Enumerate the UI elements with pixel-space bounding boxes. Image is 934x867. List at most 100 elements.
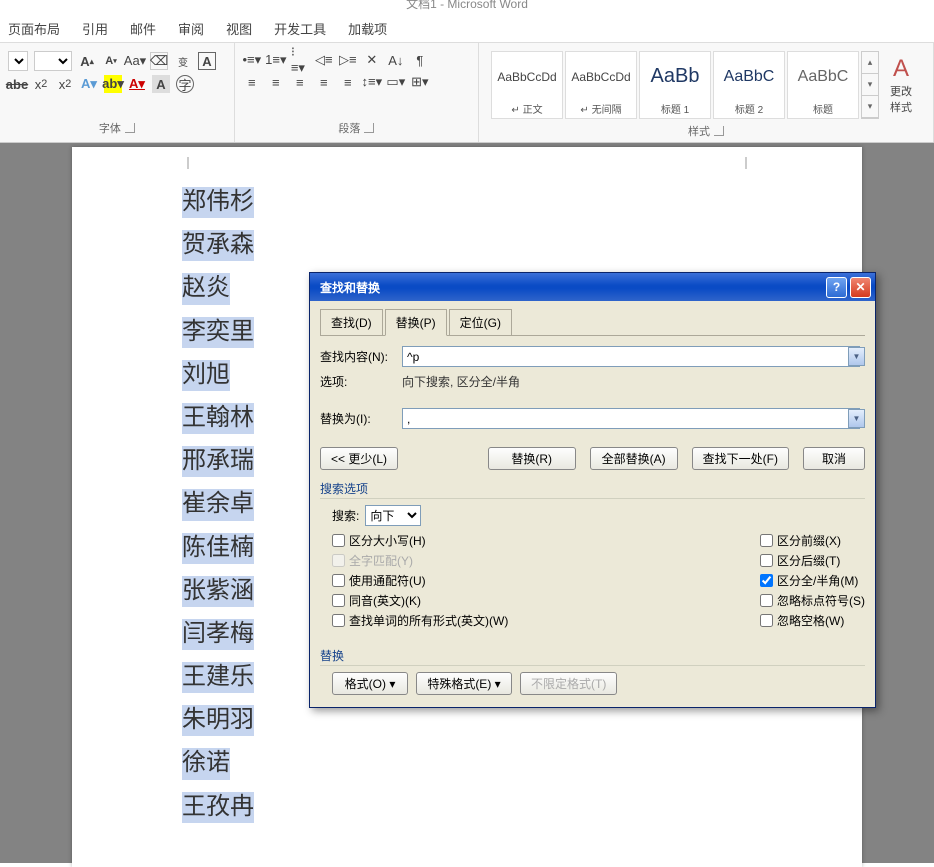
list-item[interactable]: 刘旭 xyxy=(182,360,230,391)
list-item[interactable]: 徐诺 xyxy=(182,748,230,779)
no-format-button[interactable]: 不限定格式(T) xyxy=(520,672,617,695)
menu-dev[interactable]: 开发工具 xyxy=(274,19,326,38)
menu-review[interactable]: 审阅 xyxy=(178,19,204,38)
styles-scroller[interactable]: ▴▾▾ xyxy=(861,51,879,119)
grow-font-icon[interactable]: A▴ xyxy=(78,52,96,70)
align-right-icon[interactable]: ≡ xyxy=(291,73,309,91)
styles-dialog-launcher[interactable] xyxy=(714,126,724,136)
clear-format-icon[interactable]: ⌫ xyxy=(150,52,168,70)
special-format-button[interactable]: 特殊格式(E) ▾ xyxy=(416,672,512,695)
style-nospacing[interactable]: AaBbCcDd↵ 无间隔 xyxy=(565,51,637,119)
tab-goto[interactable]: 定位(G) xyxy=(449,309,512,335)
change-case-icon[interactable]: Aa▾ xyxy=(126,52,144,70)
format-button[interactable]: 格式(O) ▾ xyxy=(332,672,408,695)
menu-layout[interactable]: 页面布局 xyxy=(8,19,60,38)
decrease-indent-icon[interactable]: ◁≡ xyxy=(315,51,333,69)
highlight-icon[interactable]: ab▾ xyxy=(104,75,122,93)
list-item[interactable]: 王建乐 xyxy=(182,662,254,693)
shrink-font-icon[interactable]: A▾ xyxy=(102,52,120,70)
increase-indent-icon[interactable]: ▷≡ xyxy=(339,51,357,69)
list-item[interactable]: 贺承森 xyxy=(182,230,254,261)
list-item[interactable]: 郑伟杉 xyxy=(182,187,254,218)
text-effects-icon[interactable]: A▾ xyxy=(80,75,98,93)
replace-all-button[interactable]: 全部替换(A) xyxy=(590,447,678,470)
font-size-select[interactable] xyxy=(34,51,72,71)
help-button[interactable]: ? xyxy=(826,277,847,298)
tab-find[interactable]: 查找(D) xyxy=(320,309,383,335)
replace-input[interactable] xyxy=(402,408,860,429)
change-styles-button[interactable]: A 更改样式 xyxy=(881,51,921,119)
enclose-char-icon[interactable]: 字 xyxy=(176,75,194,93)
check-wildcard[interactable]: 使用通配符(U) xyxy=(332,572,508,589)
tab-replace[interactable]: 替换(P) xyxy=(385,309,447,336)
style-heading1[interactable]: AaBb标题 1 xyxy=(639,51,711,119)
font-dialog-launcher[interactable] xyxy=(125,123,135,133)
menu-addin[interactable]: 加载项 xyxy=(348,19,387,38)
check-case[interactable]: 区分大小写(H) xyxy=(332,532,508,549)
borders-icon[interactable]: ⊞▾ xyxy=(411,73,429,91)
phonetic-icon[interactable]: 变 xyxy=(174,52,192,70)
char-border-icon[interactable]: A xyxy=(198,52,216,70)
para-group-label: 段落 xyxy=(243,120,470,138)
bullets-icon[interactable]: •≡▾ xyxy=(243,51,261,69)
check-space[interactable]: 忽略空格(W) xyxy=(760,612,865,629)
less-button[interactable]: << 更少(L) xyxy=(320,447,398,470)
para-dialog-launcher[interactable] xyxy=(364,123,374,133)
check-whole: 全字匹配(Y) xyxy=(332,552,508,569)
justify-icon[interactable]: ≡ xyxy=(315,73,333,91)
replace-button[interactable]: 替换(R) xyxy=(488,447,576,470)
style-heading2[interactable]: AaBbC标题 2 xyxy=(713,51,785,119)
font-family-select[interactable] xyxy=(8,51,28,71)
list-item[interactable]: 王孜冉 xyxy=(182,792,254,823)
distributed-icon[interactable]: ≡ xyxy=(339,73,357,91)
cancel-button[interactable]: 取消 xyxy=(803,447,865,470)
list-item[interactable]: 张紫涵 xyxy=(182,576,254,607)
check-width[interactable]: 区分全/半角(M) xyxy=(760,572,865,589)
align-center-icon[interactable]: ≡ xyxy=(267,73,285,91)
align-left-icon[interactable]: ≡ xyxy=(243,73,261,91)
check-suffix[interactable]: 区分后缀(T) xyxy=(760,552,865,569)
list-item[interactable]: 李奕里 xyxy=(182,317,254,348)
char-shading-icon[interactable]: A xyxy=(152,75,170,93)
superscript-icon[interactable]: x2 xyxy=(56,75,74,93)
check-forms[interactable]: 查找单词的所有形式(英文)(W) xyxy=(332,612,508,629)
strikethrough-icon[interactable]: abe xyxy=(8,75,26,93)
ltr-icon[interactable]: ✕ xyxy=(363,51,381,69)
close-button[interactable]: ✕ xyxy=(850,277,871,298)
list-item[interactable]: 邢承瑞 xyxy=(182,446,254,477)
header-mark-left xyxy=(187,157,189,169)
list-item[interactable]: 朱明羽 xyxy=(182,705,254,736)
shading-icon[interactable]: ▭▾ xyxy=(387,73,405,91)
list-item[interactable]: 王翰林 xyxy=(182,403,254,434)
menu-ref[interactable]: 引用 xyxy=(82,19,108,38)
replace-dropdown[interactable]: ▼ xyxy=(848,409,865,428)
dialog-titlebar[interactable]: 查找和替换 ? ✕ xyxy=(310,273,875,301)
change-styles-icon: A xyxy=(893,55,909,83)
check-punct[interactable]: 忽略标点符号(S) xyxy=(760,592,865,609)
numbering-icon[interactable]: 1≡▾ xyxy=(267,51,285,69)
list-item[interactable]: 崔余卓 xyxy=(182,489,254,520)
menu-view[interactable]: 视图 xyxy=(226,19,252,38)
dialog-tabs: 查找(D) 替换(P) 定位(G) xyxy=(320,309,865,336)
search-dir-select[interactable]: 向下 xyxy=(365,505,421,526)
paragraph-group: •≡▾ 1≡▾ ⁝≡▾ ◁≡ ▷≡ ✕ A↓ ¶ ≡ ≡ ≡ ≡ ≡ ↕≡▾ ▭… xyxy=(235,43,479,142)
font-color-icon[interactable]: A▾ xyxy=(128,75,146,93)
find-input[interactable] xyxy=(402,346,860,367)
style-normal[interactable]: AaBbCcDd↵ 正文 xyxy=(491,51,563,119)
check-sounds[interactable]: 同音(英文)(K) xyxy=(332,592,508,609)
sort-icon[interactable]: A↓ xyxy=(387,51,405,69)
replace-label: 替换为(I): xyxy=(320,410,396,427)
list-item[interactable]: 闫孝梅 xyxy=(182,619,254,650)
check-prefix[interactable]: 区分前缀(X) xyxy=(760,532,865,549)
style-title[interactable]: AaBbC标题 xyxy=(787,51,859,119)
list-item[interactable]: 陈佳楠 xyxy=(182,533,254,564)
find-next-button[interactable]: 查找下一处(F) xyxy=(692,447,789,470)
subscript-icon[interactable]: x2 xyxy=(32,75,50,93)
multilevel-icon[interactable]: ⁝≡▾ xyxy=(291,51,309,69)
list-item[interactable]: 赵炎 xyxy=(182,273,230,304)
find-dropdown[interactable]: ▼ xyxy=(848,347,865,366)
menu-mail[interactable]: 邮件 xyxy=(130,19,156,38)
show-marks-icon[interactable]: ¶ xyxy=(411,51,429,69)
replace-section-label: 替换 xyxy=(320,647,865,666)
line-spacing-icon[interactable]: ↕≡▾ xyxy=(363,73,381,91)
